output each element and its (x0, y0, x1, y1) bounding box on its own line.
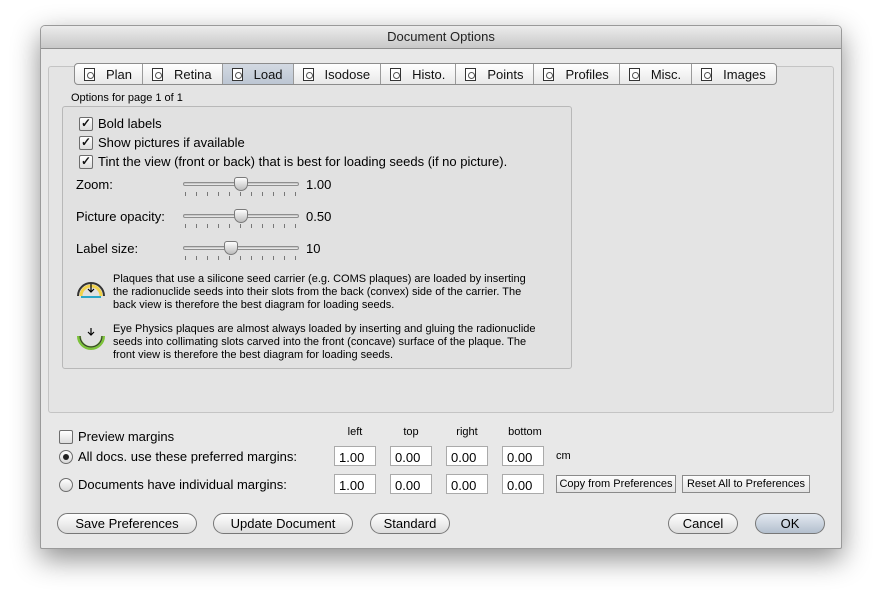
concave-plaque-note: Eye Physics plaques are almost always lo… (113, 323, 536, 361)
slider-ticks (185, 256, 297, 260)
tab-label: Points (487, 66, 524, 82)
load-icon (231, 67, 243, 81)
slider-thumb[interactable] (234, 177, 248, 191)
show-pictures-checkbox[interactable]: ✓ Show pictures if available (79, 135, 245, 150)
tab-label: Isodose (324, 66, 371, 82)
standard-button[interactable]: Standard (370, 513, 450, 534)
individual-left-field[interactable] (334, 474, 376, 494)
individual-right-field[interactable] (446, 474, 488, 494)
tab-label: Images (723, 66, 766, 82)
convex-plaque-note: Plaques that use a silicone seed carrier… (113, 273, 526, 311)
tab-label: Load (253, 66, 283, 82)
radio-button[interactable] (59, 449, 73, 464)
tab-label: Plan (106, 66, 133, 82)
slider-track (183, 246, 299, 250)
tab-isodose[interactable]: Isodose (294, 64, 382, 84)
radio-button[interactable] (59, 477, 73, 492)
unit-label: cm (556, 450, 571, 462)
individual-top-field[interactable] (390, 474, 432, 494)
tab-label: Profiles (565, 66, 609, 82)
concave-plaque-icon (77, 328, 105, 350)
tab-retina[interactable]: Retina (143, 64, 223, 84)
tab-strip: Plan Retina Load Isodose Histo. Points Profile… (74, 63, 777, 85)
label-size-value: 10 (306, 241, 321, 256)
checkbox-label: Preview margins (78, 429, 175, 444)
document-options-window: Document Options Plan Retina Load Isodose Hi… (40, 25, 842, 549)
checkbox-box[interactable]: ✓ (79, 135, 93, 150)
update-document-button[interactable]: Update Document (213, 513, 353, 534)
checkbox-label: Tint the view (front or back) that is be… (98, 154, 508, 169)
misc-icon (628, 67, 640, 81)
preferred-bottom-field[interactable] (502, 446, 544, 466)
opacity-label: Picture opacity: (76, 209, 165, 224)
slider-ticks (185, 192, 297, 196)
preferred-top-field[interactable] (390, 446, 432, 466)
tab-label: Retina (174, 66, 212, 82)
bold-labels-checkbox[interactable]: ✓ Bold labels (79, 116, 162, 131)
opacity-slider[interactable] (183, 206, 299, 232)
profiles-icon (543, 67, 555, 81)
checkbox-box[interactable] (59, 429, 73, 444)
individual-bottom-field[interactable] (502, 474, 544, 494)
column-right: right (456, 426, 478, 438)
checkbox-box[interactable]: ✓ (79, 116, 93, 131)
tint-view-checkbox[interactable]: ✓ Tint the view (front or back) that is … (79, 154, 507, 169)
convex-plaque-icon (77, 282, 105, 298)
checkbox-box[interactable]: ✓ (79, 154, 93, 169)
isodose-icon (302, 67, 314, 81)
tab-histo[interactable]: Histo. (381, 64, 457, 84)
zoom-slider[interactable] (183, 174, 299, 200)
zoom-value: 1.00 (306, 177, 332, 192)
retina-icon (152, 67, 164, 81)
radio-label: All docs. use these preferred margins: (78, 449, 297, 464)
ok-button[interactable]: OK (755, 513, 825, 534)
zoom-label: Zoom: (76, 177, 113, 192)
points-icon (465, 67, 477, 81)
tab-profiles[interactable]: Profiles (534, 64, 620, 84)
plan-icon (84, 67, 95, 81)
cancel-button[interactable]: Cancel (668, 513, 738, 534)
tab-points[interactable]: Points (456, 64, 535, 84)
preferred-left-field[interactable] (334, 446, 376, 466)
slider-thumb[interactable] (224, 241, 238, 255)
images-icon (701, 67, 713, 81)
save-preferences-button[interactable]: Save Preferences (57, 513, 197, 534)
label-size-label: Label size: (76, 241, 139, 256)
all-docs-radio[interactable]: All docs. use these preferred margins: (59, 449, 297, 464)
tab-label: Misc. (650, 66, 682, 82)
column-top: top (403, 426, 419, 438)
window-title: Document Options (41, 26, 841, 49)
label-size-slider[interactable] (183, 238, 299, 264)
individual-margins-radio[interactable]: Documents have individual margins: (59, 477, 287, 492)
slider-ticks (185, 224, 297, 228)
tab-images[interactable]: Images (692, 64, 776, 84)
reset-all-button[interactable]: Reset All to Preferences (682, 475, 810, 493)
column-left: left (347, 426, 363, 438)
tab-plan[interactable]: Plan (75, 64, 144, 84)
copy-from-preferences-button[interactable]: Copy from Preferences (556, 475, 676, 493)
tab-load[interactable]: Load (222, 64, 294, 84)
tab-label: Histo. (412, 66, 446, 82)
opacity-value: 0.50 (306, 209, 332, 224)
preview-margins-checkbox[interactable]: Preview margins (59, 429, 174, 444)
slider-thumb[interactable] (234, 209, 248, 223)
radio-label: Documents have individual margins: (78, 477, 287, 492)
histo-icon (390, 67, 402, 81)
checkbox-label: Bold labels (98, 116, 162, 131)
tab-misc[interactable]: Misc. (620, 64, 693, 84)
preferred-right-field[interactable] (446, 446, 488, 466)
checkbox-label: Show pictures if available (98, 135, 245, 150)
column-bottom: bottom (508, 426, 542, 438)
page-label: Options for page 1 of 1 (71, 92, 183, 104)
